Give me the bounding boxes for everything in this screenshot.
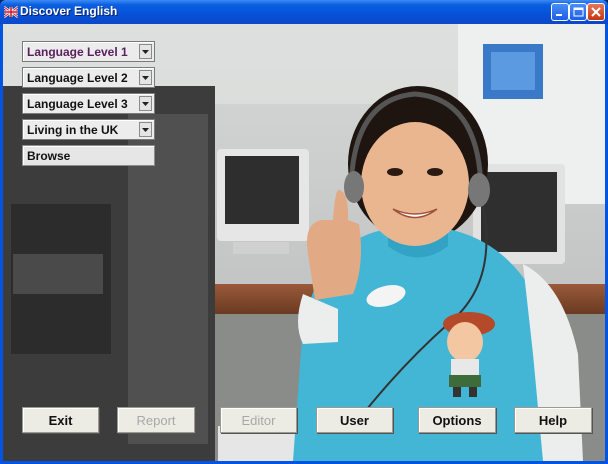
select-label: Language Level 2 (27, 70, 128, 85)
maximize-icon (573, 7, 584, 17)
close-button[interactable] (587, 3, 605, 21)
language-level-3-select[interactable]: Language Level 3 (22, 93, 155, 114)
uk-flag-icon (4, 5, 18, 19)
select-label: Living in the UK (27, 122, 119, 137)
background-photo (3, 24, 605, 461)
select-label: Language Level 3 (27, 96, 128, 111)
browse-button[interactable]: Browse (22, 145, 155, 166)
dropdown-arrow-icon[interactable] (139, 122, 152, 137)
title-bar[interactable]: Discover English (0, 0, 608, 24)
window-title: Discover English (20, 4, 118, 18)
options-button[interactable]: Options (418, 407, 496, 433)
living-in-uk-select[interactable]: Living in the UK (22, 119, 155, 140)
dropdown-arrow-icon[interactable] (139, 96, 152, 111)
dropdown-arrow-icon[interactable] (139, 70, 152, 85)
help-button[interactable]: Help (514, 407, 592, 433)
main-area: Language Level 1 Language Level 2 Langua… (3, 24, 605, 461)
select-label: Language Level 1 (27, 44, 128, 59)
user-button[interactable]: User (316, 407, 393, 433)
language-level-2-select[interactable]: Language Level 2 (22, 67, 155, 88)
exit-button[interactable]: Exit (22, 407, 99, 433)
report-button[interactable]: Report (117, 407, 195, 433)
maximize-button[interactable] (569, 3, 587, 21)
app-window: Discover English Language Level 1 Langua… (0, 0, 608, 464)
minimize-button[interactable] (551, 3, 569, 21)
minimize-icon (556, 14, 562, 16)
dropdown-arrow-icon[interactable] (139, 44, 152, 59)
editor-button[interactable]: Editor (220, 407, 297, 433)
language-level-1-select[interactable]: Language Level 1 (22, 41, 155, 62)
close-icon (591, 7, 601, 17)
